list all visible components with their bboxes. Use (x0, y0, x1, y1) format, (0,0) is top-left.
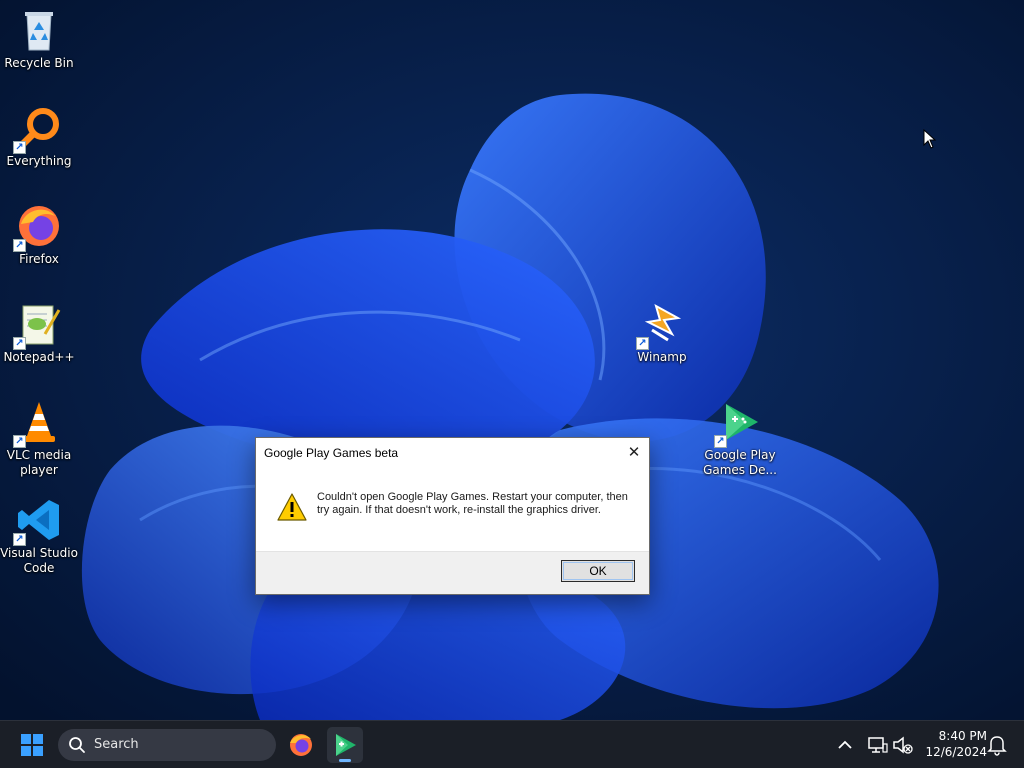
notification-bell-icon (987, 736, 1007, 756)
vscode-icon: ↗ (13, 496, 63, 546)
speaker-muted-icon (893, 736, 913, 754)
volume-button[interactable] (884, 727, 920, 763)
shortcut-arrow-icon: ↗ (714, 435, 727, 448)
error-dialog: Google Play Games beta ✕ Couldn't open G… (255, 437, 650, 595)
desktop-icon-vlc[interactable]: ↗ VLC media player (0, 398, 78, 478)
desktop-icon-recycle-bin[interactable]: Recycle Bin (0, 6, 78, 71)
firefox-icon: ↗ (13, 202, 63, 252)
desktop-icon-label: Everything (6, 154, 72, 168)
windows-logo-icon (21, 734, 43, 756)
shortcut-arrow-icon: ↗ (636, 337, 649, 350)
taskbar: Search 8:40 PM 12/6/2024 (0, 720, 1024, 768)
taskbar-search-box[interactable]: Search (58, 729, 276, 761)
start-button[interactable] (14, 727, 50, 763)
show-hidden-icons-button[interactable] (827, 727, 863, 763)
desktop-icon-label: Recycle Bin (4, 56, 74, 70)
desktop-icon-everything[interactable]: ↗ Everything (0, 104, 78, 169)
taskbar-clock[interactable]: 8:40 PM 12/6/2024 (919, 728, 987, 760)
desktop-icon-label: Firefox (19, 252, 59, 266)
shortcut-arrow-icon: ↗ (13, 239, 26, 252)
chevron-up-icon (838, 740, 852, 749)
everything-search-icon: ↗ (13, 104, 63, 154)
desktop-icon-label: Visual Studio Code (0, 546, 78, 575)
shortcut-arrow-icon: ↗ (13, 533, 26, 546)
shortcut-arrow-icon: ↗ (13, 337, 26, 350)
active-app-indicator (339, 759, 351, 762)
desktop-icon-label: VLC media player (6, 448, 72, 477)
google-play-games-icon: ↗ (714, 398, 764, 448)
desktop-icon-label: Google Play Games De... (703, 448, 777, 477)
ok-button[interactable]: OK (561, 560, 635, 582)
notifications-button[interactable] (979, 727, 1015, 763)
clock-date: 12/6/2024 (925, 745, 987, 759)
search-icon (69, 737, 85, 753)
warning-icon (276, 492, 308, 527)
google-play-games-icon (336, 734, 356, 756)
recycle-bin-icon (15, 6, 63, 54)
dialog-title: Google Play Games beta (264, 446, 399, 460)
desktop-icon-firefox[interactable]: ↗ Firefox (0, 202, 78, 267)
desktop-icon-vscode[interactable]: ↗ Visual Studio Code (0, 496, 78, 576)
winamp-lightning-icon: ↗ (636, 300, 686, 350)
desktop-icon-winamp[interactable]: ↗ Winamp (623, 300, 701, 365)
clock-time: 8:40 PM (938, 729, 987, 743)
vlc-cone-icon: ↗ (13, 398, 63, 448)
dialog-footer: OK (256, 551, 649, 594)
search-placeholder: Search (94, 737, 139, 752)
desktop-icon-notepadpp[interactable]: ↗ Notepad++ (0, 300, 78, 365)
shortcut-arrow-icon: ↗ (13, 435, 26, 448)
desktop-wallpaper (0, 0, 1024, 720)
notepadpp-icon: ↗ (13, 300, 63, 350)
taskbar-firefox-button[interactable] (283, 727, 319, 763)
mouse-cursor-icon (923, 129, 937, 149)
taskbar-google-play-games-button[interactable] (327, 727, 363, 763)
dialog-message: Couldn't open Google Play Games. Restart… (317, 491, 628, 516)
shortcut-arrow-icon: ↗ (13, 141, 26, 154)
desktop-icon-label: Winamp (637, 350, 687, 364)
firefox-icon (290, 734, 312, 756)
close-icon[interactable]: ✕ (619, 438, 649, 468)
desktop-icon-google-play-games[interactable]: ↗ Google Play Games De... (701, 398, 779, 478)
desktop-icon-label: Notepad++ (3, 350, 75, 364)
